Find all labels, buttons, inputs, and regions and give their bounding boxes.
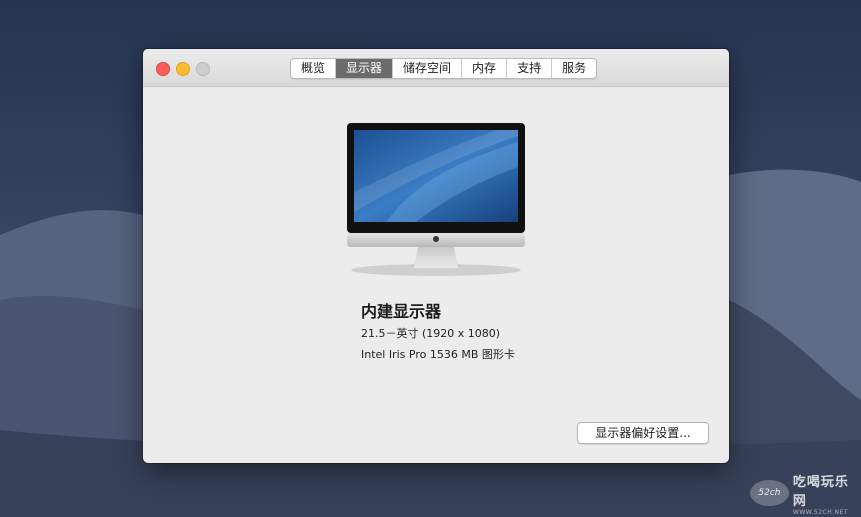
watermark-site-name: 吃喝玩乐网	[792, 474, 849, 509]
tab-storage[interactable]: 储存空间	[393, 59, 463, 78]
minimize-button[interactable]	[176, 62, 190, 76]
tab-service[interactable]: 服务	[552, 59, 596, 78]
imac-display-icon	[347, 123, 525, 276]
tab-support[interactable]: 支持	[507, 59, 553, 78]
site-watermark: 52ch 吃喝玩乐网 WWW.52CH.NET	[750, 475, 861, 516]
close-button[interactable]	[156, 62, 170, 76]
watermark-logo: 52ch	[750, 480, 789, 506]
display-name: 内建显示器	[361, 302, 442, 321]
tab-bar: 概览 显示器 储存空间 内存 支持 服务	[290, 58, 598, 79]
about-this-mac-window: 概览 显示器 储存空间 内存 支持 服务 内建显示器 21.5－英寸 (1920…	[143, 49, 729, 463]
title-bar: 概览 显示器 储存空间 内存 支持 服务	[143, 49, 729, 87]
tab-displays[interactable]: 显示器	[336, 59, 394, 78]
display-preferences-button[interactable]: 显示器偏好设置...	[577, 422, 709, 444]
tab-memory[interactable]: 内存	[462, 59, 508, 78]
zoom-button[interactable]	[196, 62, 210, 76]
tab-overview[interactable]: 概览	[291, 59, 337, 78]
display-size-resolution: 21.5－英寸 (1920 x 1080)	[361, 327, 501, 340]
graphics-card: Intel Iris Pro 1536 MB 图形卡	[361, 348, 515, 361]
watermark-url: WWW.52CH.NET	[792, 508, 849, 516]
